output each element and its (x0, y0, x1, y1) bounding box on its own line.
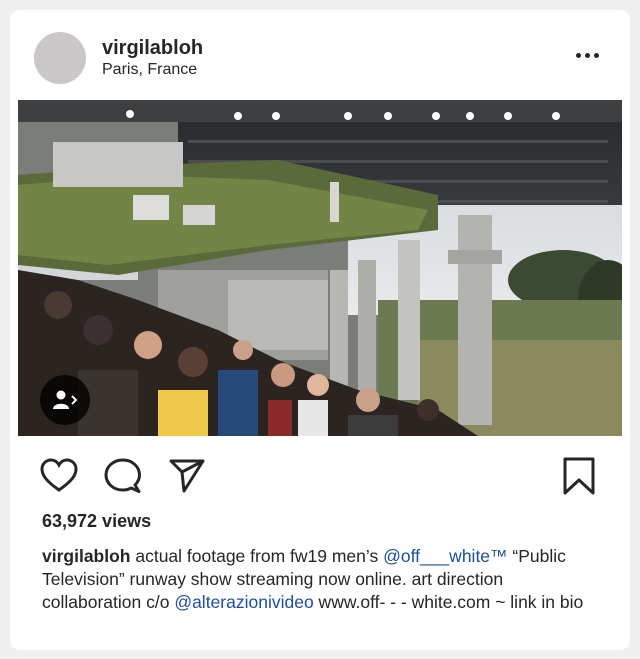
caption-username[interactable]: virgilabloh (42, 546, 130, 566)
post-card: virgilabloh Paris, France 63,972 views v… (10, 10, 630, 650)
post-location[interactable]: Paris, France (102, 61, 197, 79)
video-frame-image (18, 100, 622, 436)
post-username[interactable]: virgilabloh (102, 37, 203, 60)
action-bar (10, 452, 630, 500)
caption-mention-offwhite[interactable]: @off___white™ (383, 546, 507, 566)
caption-mention-alterazionivideo[interactable]: @alterazionivideo (174, 592, 313, 612)
post-caption: virgilabloh actual footage from fw19 men… (42, 545, 602, 614)
view-count: 63,972 views (42, 511, 152, 531)
post-video[interactable] (18, 100, 622, 436)
caption-text-1: actual footage from fw19 men’s (130, 546, 384, 566)
user-tag-icon[interactable] (40, 375, 90, 425)
comment-bubble-icon[interactable] (104, 458, 142, 499)
avatar[interactable] (34, 32, 86, 84)
heart-icon[interactable] (40, 458, 78, 499)
paper-plane-icon[interactable] (168, 458, 206, 499)
more-options-icon[interactable] (576, 48, 606, 62)
caption-text-3: www.off- - - white.com ~ link in bio (313, 592, 584, 612)
bookmark-icon[interactable] (562, 456, 596, 501)
